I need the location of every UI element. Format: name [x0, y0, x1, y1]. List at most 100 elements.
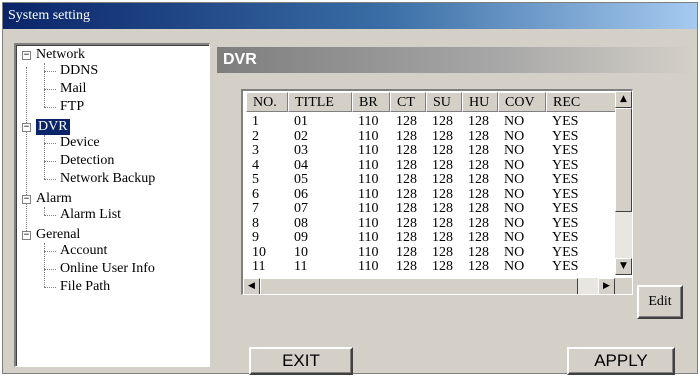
collapse-icon[interactable]: −	[22, 123, 31, 132]
tree-node-alarm[interactable]: Alarm	[36, 191, 72, 207]
cell-hu: 128	[468, 173, 489, 187]
scroll-thumb[interactable]	[615, 108, 632, 212]
table-row[interactable]: 5 05 110 128 128 128 NO YES	[246, 173, 616, 187]
cell-no: 8	[252, 216, 259, 231]
table-row[interactable]: 8 08 110 128 128 128 NO YES	[246, 217, 616, 231]
cell-br: 110	[358, 115, 379, 129]
tree-item-file-path[interactable]: File Path	[60, 279, 110, 295]
cell-ct: 128	[396, 129, 417, 144]
tree-item-online-user-info[interactable]: Online User Info	[60, 261, 155, 277]
column-header-ct[interactable]: CT	[390, 92, 426, 112]
cell-rec: YES	[552, 216, 579, 231]
cell-rec: YES	[552, 129, 579, 144]
settings-tree: − Network DDNS Mail FTP − DVR Device Det…	[14, 43, 210, 367]
arrow-up-icon[interactable]: ▲	[615, 91, 632, 108]
apply-button[interactable]: APPLY	[567, 347, 675, 375]
table-row[interactable]: 2 02 110 128 128 128 NO YES	[246, 130, 616, 144]
cell-br: 110	[358, 231, 379, 245]
cell-rec: YES	[552, 187, 579, 202]
cell-rec: YES	[552, 115, 579, 129]
cell-ct: 128	[396, 231, 417, 245]
cell-ct: 128	[396, 144, 417, 158]
tree-item-ftp[interactable]: FTP	[60, 99, 84, 115]
cell-title: 06	[294, 187, 308, 202]
cell-su: 128	[432, 260, 453, 274]
column-header-hu[interactable]: HU	[462, 92, 498, 112]
cell-no: 6	[252, 187, 259, 202]
tree-node-dvr[interactable]: DVR	[36, 119, 70, 135]
collapse-icon[interactable]: −	[22, 51, 31, 60]
table-row[interactable]: 7 07 110 128 128 128 NO YES	[246, 202, 616, 216]
cell-hu: 128	[468, 260, 489, 274]
cell-hu: 128	[468, 231, 489, 245]
cell-br: 110	[358, 158, 379, 173]
tree-item-alarm-list[interactable]: Alarm List	[60, 207, 121, 223]
tree-branch	[44, 107, 56, 108]
cell-br: 110	[358, 173, 379, 187]
collapse-icon[interactable]: −	[22, 231, 31, 240]
cell-br: 110	[358, 216, 379, 231]
exit-button[interactable]: EXIT	[249, 347, 353, 375]
tree-branch	[44, 89, 56, 90]
table-row[interactable]: 10 10 110 128 128 128 NO YES	[246, 246, 616, 260]
cell-hu: 128	[468, 144, 489, 158]
cell-no: 10	[252, 245, 266, 260]
cell-br: 110	[358, 187, 379, 202]
cell-title: 09	[294, 231, 308, 245]
channel-table[interactable]: NO. TITLE BR CT SU HU COV REC 1 01 110 128 1…	[241, 89, 633, 295]
table-row[interactable]: 6 06 110 128 128 128 NO YES	[246, 188, 616, 202]
tree-item-device[interactable]: Device	[60, 135, 100, 151]
column-header-su[interactable]: SU	[426, 92, 462, 112]
tree-alarm-line	[44, 207, 45, 215]
arrow-right-icon[interactable]: ▶	[598, 278, 615, 294]
scroll-corner	[615, 278, 632, 294]
tree-item-ddns[interactable]: DDNS	[60, 63, 98, 79]
scroll-thumb[interactable]	[260, 278, 578, 294]
horizontal-scrollbar[interactable]: ◀ ▶	[243, 278, 615, 294]
cell-su: 128	[432, 115, 453, 129]
edit-button[interactable]: Edit	[637, 285, 683, 319]
tree-item-network-backup[interactable]: Network Backup	[60, 171, 155, 187]
cell-cov: NO	[504, 187, 525, 202]
cell-rec: YES	[552, 231, 579, 245]
column-header-no[interactable]: NO.	[246, 92, 288, 112]
tree-item-account[interactable]: Account	[60, 243, 107, 259]
cell-su: 128	[432, 173, 453, 187]
table-row[interactable]: 3 03 110 128 128 128 NO YES	[246, 144, 616, 158]
table-row[interactable]: 4 04 110 128 128 128 NO YES	[246, 159, 616, 173]
tree-branch	[44, 287, 56, 288]
cell-ct: 128	[396, 202, 417, 216]
cell-hu: 128	[468, 187, 489, 202]
cell-title: 05	[294, 173, 308, 187]
arrow-down-icon[interactable]: ▼	[615, 258, 632, 275]
vertical-scrollbar[interactable]: ▲ ▼	[615, 91, 632, 275]
tree-item-mail[interactable]: Mail	[60, 81, 86, 97]
system-setting-window: System setting − Network DDNS Mail FTP −…	[2, 2, 698, 375]
cell-hu: 128	[468, 245, 489, 260]
arrow-left-icon[interactable]: ◀	[243, 278, 260, 294]
column-header-rec[interactable]: REC	[546, 92, 616, 112]
cell-no: 1	[252, 115, 259, 129]
cell-br: 110	[358, 260, 379, 274]
collapse-icon[interactable]: −	[22, 195, 31, 204]
column-header-cov[interactable]: COV	[498, 92, 546, 112]
cell-rec: YES	[552, 158, 579, 173]
column-header-br[interactable]: BR	[352, 92, 390, 112]
tree-node-general[interactable]: Gerenal	[36, 227, 80, 243]
cell-ct: 128	[396, 187, 417, 202]
column-header-title[interactable]: TITLE	[288, 92, 352, 112]
table-row[interactable]: 1 01 110 128 128 128 NO YES	[246, 115, 616, 129]
table-row[interactable]: 9 09 110 128 128 128 NO YES	[246, 231, 616, 245]
tree-branch	[44, 161, 56, 162]
tree-branch	[44, 179, 56, 180]
tree-branch	[44, 251, 56, 252]
window-title: System setting	[3, 3, 697, 29]
cell-no: 11	[252, 260, 266, 274]
cell-su: 128	[432, 187, 453, 202]
cell-ct: 128	[396, 115, 417, 129]
tree-item-detection[interactable]: Detection	[60, 153, 114, 169]
table-row[interactable]: 11 11 110 128 128 128 NO YES	[246, 260, 616, 274]
tree-node-network[interactable]: Network	[36, 47, 85, 63]
tree-branch	[44, 269, 56, 270]
cell-hu: 128	[468, 158, 489, 173]
